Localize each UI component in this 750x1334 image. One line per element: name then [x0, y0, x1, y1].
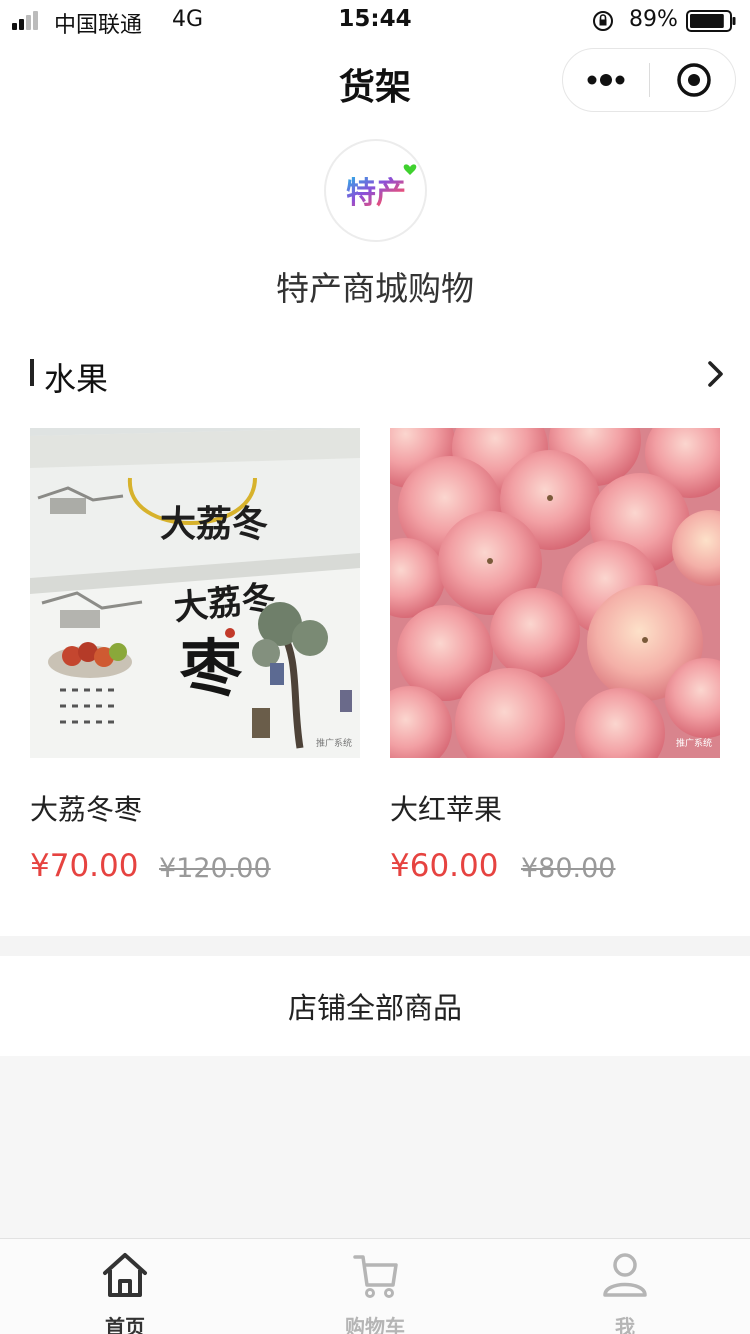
tab-label: 首页 [105, 1315, 145, 1334]
product-original-price: ¥80.00 [521, 853, 616, 884]
page-background [0, 1056, 750, 1238]
status-bar: 中国联通 4G 15:44 89% [0, 0, 750, 40]
battery-percent: 89% [629, 7, 678, 32]
svg-text:推广系统: 推广系统 [676, 737, 712, 749]
chevron-right-icon[interactable] [702, 358, 730, 390]
target-circle-icon [677, 63, 711, 97]
mini-program-capsule [562, 48, 736, 112]
product-price: ¥70.00 [30, 848, 139, 884]
section-title: 水果 [44, 360, 109, 398]
shop-name: 特产商城购物 [276, 269, 474, 308]
product-card[interactable]: 大荔冬 大荔冬 枣 推广系统 大荔冬枣 ¥70.00 ¥120.00 [30, 428, 360, 884]
all-goods-link[interactable]: 店铺全部商品 [0, 956, 750, 1056]
shop-logo[interactable]: 特产 [324, 139, 427, 242]
close-button[interactable] [651, 49, 737, 111]
svg-text:枣: 枣 [179, 632, 243, 705]
tab-label: 我 [615, 1315, 635, 1334]
svg-text:特产: 特产 [346, 176, 406, 211]
more-dots-icon [587, 74, 625, 86]
tab-cart[interactable]: 购物车 [250, 1239, 500, 1334]
tab-label: 购物车 [345, 1315, 405, 1334]
svg-text:推广系统: 推广系统 [316, 737, 352, 749]
home-icon [103, 1253, 147, 1297]
product-image[interactable]: 大荔冬 大荔冬 枣 推广系统 [30, 428, 360, 758]
product-name[interactable]: 大红苹果 [390, 788, 502, 828]
capsule-divider [649, 63, 650, 97]
more-button[interactable] [563, 49, 649, 111]
product-image[interactable]: 推广系统 [390, 428, 720, 758]
battery-icon [686, 10, 736, 32]
tab-me[interactable]: 我 [500, 1239, 750, 1334]
user-icon [603, 1253, 647, 1297]
section-divider [0, 936, 750, 956]
product-card[interactable]: 推广系统 大红苹果 ¥60.00 ¥80.00 [390, 428, 720, 884]
cart-icon [353, 1255, 398, 1298]
tab-home[interactable]: 首页 [0, 1239, 250, 1334]
rotation-lock-icon [593, 11, 613, 31]
svg-text:大荔冬: 大荔冬 [160, 503, 268, 545]
product-original-price: ¥120.00 [159, 853, 271, 884]
product-image-graphic: 推广系统 [390, 428, 720, 758]
tab-bar: 首页 购物车 我 [0, 1238, 750, 1334]
product-price: ¥60.00 [390, 848, 499, 884]
product-name[interactable]: 大荔冬枣 [30, 788, 142, 828]
shop-logo-graphic: 特产 [346, 164, 417, 211]
section-indicator [30, 359, 34, 386]
product-image-graphic: 大荔冬 大荔冬 枣 推广系统 [30, 428, 360, 758]
